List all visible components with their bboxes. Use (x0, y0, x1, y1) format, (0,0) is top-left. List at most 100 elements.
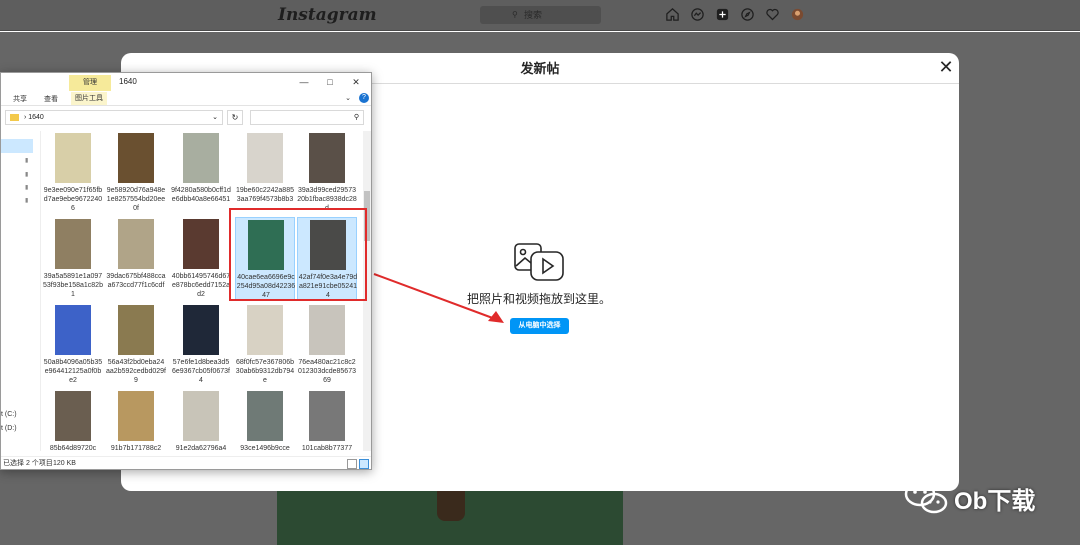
file-tile[interactable]: 39dac675bf488ccaa673ccd77f1c6cdf (106, 217, 166, 301)
file-name: 50a8b4096a05b35e964412125a0f0be2 (43, 359, 103, 384)
file-name: 39dac675bf488ccaa673ccd77f1c6cdf (106, 273, 166, 289)
file-thumbnail (118, 305, 154, 355)
nav-selected-item[interactable] (1, 139, 33, 153)
file-tile[interactable]: 68f0fc57e367806b30ab6b9312db794e (235, 303, 295, 387)
maximize-icon[interactable]: □ (317, 75, 343, 89)
search-placeholder: 搜索 (524, 10, 543, 20)
close-window-icon[interactable]: ✕ (343, 75, 369, 89)
navigation-pane: ▮ ▮ ▮ ▮ t (C:) t (D:) (1, 131, 41, 451)
file-name: 76ea480ac21c8c2012303dcde8567369 (297, 359, 356, 384)
file-thumbnail (309, 305, 345, 355)
file-name: 101cab8b77377 (301, 445, 353, 452)
select-from-computer-button[interactable]: 从电脑中选择 (510, 318, 569, 334)
selection-size: 120 KB (53, 460, 76, 467)
file-tile[interactable]: 39a3d99ced2957320b1fbac8938dc28d (297, 131, 357, 215)
file-name: 9e3ee090e71f65fbd7ae9ebe96722406 (43, 187, 103, 212)
status-bar: 已选择 2 个项目 120 KB (1, 456, 371, 469)
pin-icon: ▮ (25, 185, 29, 191)
pin-icon: ▮ (25, 172, 29, 178)
file-name: 9e58920d76a948e1e8257554bd20ee0f (106, 187, 166, 212)
file-name: 56a43f2bd0eba24aa2b592cedbd029f9 (106, 359, 166, 384)
file-thumbnail (247, 133, 283, 183)
new-post-icon[interactable] (714, 6, 731, 23)
file-thumbnail (55, 391, 91, 441)
explore-icon[interactable] (739, 6, 756, 23)
file-tile[interactable]: 9e3ee090e71f65fbd7ae9ebe96722406 (43, 131, 103, 215)
file-thumbnail (183, 133, 219, 183)
instagram-logo[interactable]: Instagram (278, 5, 377, 25)
window-title: 1640 (119, 77, 137, 86)
address-bar[interactable]: › 1640 ⌄ (5, 110, 223, 125)
top-nav (664, 6, 806, 23)
pin-icon: ▮ (25, 158, 29, 164)
chevron-right-icon: › (23, 114, 27, 121)
file-thumbnail (183, 305, 219, 355)
folder-search-input[interactable]: ⚲ (250, 110, 364, 125)
file-thumbnail (55, 133, 91, 183)
file-name: 91b7b171788c2 (110, 445, 162, 452)
nav-drive-d[interactable]: t (D:) (1, 425, 17, 432)
file-thumbnail (55, 305, 91, 355)
window-controls: — □ ✕ (291, 75, 369, 89)
photo-video-icon (514, 243, 564, 281)
post-figure (437, 491, 465, 521)
refresh-icon[interactable]: ↻ (227, 110, 243, 125)
file-tile[interactable]: 19be60c2242a8853aa769f4573b8b3 (235, 131, 295, 215)
home-icon[interactable] (664, 6, 681, 23)
address-dropdown-icon[interactable]: ⌄ (212, 111, 218, 124)
avatar[interactable] (789, 6, 806, 23)
minimize-icon[interactable]: — (291, 75, 317, 89)
large-icons-view-icon[interactable] (359, 459, 369, 469)
file-name: 57e6fe1d8bea3d56e9367cb05f0673f4 (172, 359, 230, 384)
file-name: 19be60c2242a8853aa769f4573b8b3 (235, 187, 294, 203)
file-tile[interactable]: 40bb61495746d67e878bc6edd7152ad2 (171, 217, 231, 301)
messenger-icon[interactable] (689, 6, 706, 23)
folder-icon (10, 113, 19, 121)
nav-drive-c[interactable]: t (C:) (1, 411, 17, 418)
watermark-text: Ob下载 (954, 487, 1036, 515)
file-thumbnail (247, 305, 283, 355)
file-thumbnail (183, 391, 219, 441)
tab-share[interactable]: 共享 (13, 94, 27, 104)
search-input[interactable]: ⚲ 搜索 (480, 6, 601, 24)
file-name: 39a5a5891e1a09753f93be158a1c82b1 (43, 273, 103, 298)
manage-tab[interactable]: 管理 (69, 75, 111, 91)
close-icon[interactable]: ✕ (938, 58, 954, 76)
file-name: 68f0fc57e367806b30ab6b9312db794e (235, 359, 295, 384)
file-thumbnail (118, 133, 154, 183)
ribbon-tabs: 共享 查看 图片工具 ⌄ ? (1, 91, 371, 106)
help-icon[interactable]: ? (359, 93, 369, 103)
file-tile[interactable]: 50a8b4096a05b35e964412125a0f0be2 (43, 303, 103, 387)
file-thumbnail (183, 219, 219, 269)
selection-highlight-box (229, 208, 367, 301)
selection-count: 已选择 2 个项目 (3, 460, 53, 467)
tab-view[interactable]: 查看 (44, 94, 58, 104)
file-tile[interactable]: 9e58920d76a948e1e8257554bd20ee0f (106, 131, 166, 215)
file-tile[interactable]: 56a43f2bd0eba24aa2b592cedbd029f9 (106, 303, 166, 387)
pin-icon: ▮ (25, 198, 29, 204)
file-name: 40bb61495746d67e878bc6edd7152ad2 (171, 273, 231, 298)
file-name: 91e2da62796a4 (175, 445, 227, 452)
file-thumbnail (247, 391, 283, 441)
file-tile[interactable]: 39a5a5891e1a09753f93be158a1c82b1 (43, 217, 103, 301)
tab-picture-tools[interactable]: 图片工具 (71, 92, 107, 105)
watermark: Ob下载 (904, 480, 1035, 516)
file-name: 93ce1496b9cce (240, 445, 290, 452)
file-name: 85b64d89720c (49, 445, 97, 452)
file-thumbnail (118, 391, 154, 441)
file-thumbnail (118, 219, 154, 269)
chevron-down-icon[interactable]: ⌄ (345, 94, 351, 102)
search-icon: ⚲ (353, 114, 359, 121)
file-tile[interactable]: 57e6fe1d8bea3d56e9367cb05f0673f4 (171, 303, 231, 387)
file-tile[interactable]: 9f4280a580b0cff1de6dbb40a8e66451 (171, 131, 231, 215)
heart-icon[interactable] (764, 6, 781, 23)
instagram-topbar: Instagram ⚲ 搜索 (0, 0, 1080, 31)
search-icon: ⚲ (512, 10, 518, 19)
file-tile[interactable]: 76ea480ac21c8c2012303dcde8567369 (297, 303, 357, 387)
details-view-icon[interactable] (347, 459, 357, 469)
view-toggle (345, 459, 369, 469)
file-thumbnail (309, 391, 345, 441)
feed-post-image (277, 491, 623, 545)
wechat-icon (904, 481, 948, 514)
explorer-titlebar: 管理 1640 — □ ✕ (1, 73, 371, 91)
